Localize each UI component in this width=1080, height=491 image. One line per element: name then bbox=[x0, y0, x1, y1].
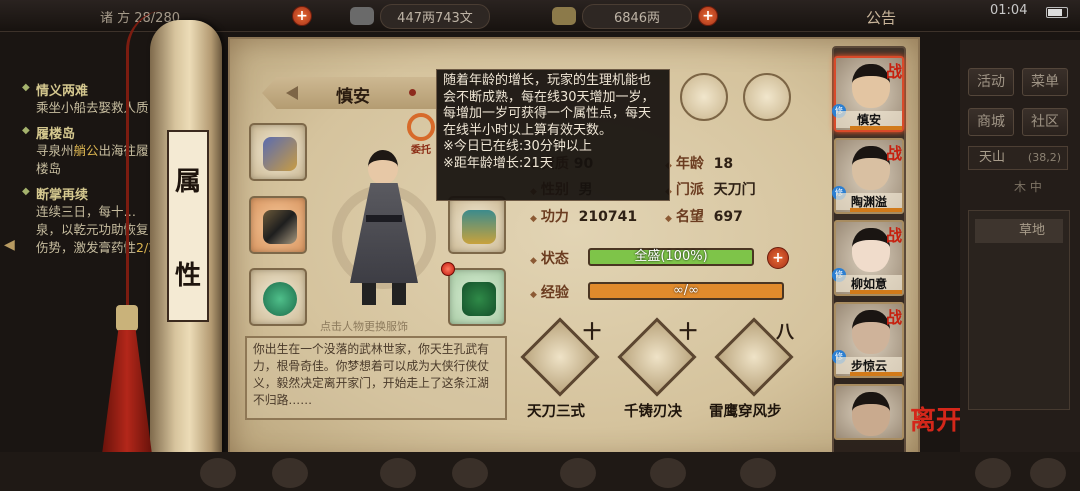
battle-tag: 战 bbox=[885, 308, 902, 327]
bottom-menu-item[interactable] bbox=[975, 458, 1011, 488]
tooltip-line: ※距年龄增长:21天 bbox=[443, 155, 553, 171]
bottom-menu-item[interactable] bbox=[380, 458, 416, 488]
character-name: 慎安 bbox=[336, 87, 370, 107]
skill-name: 雷鹰穿风步 bbox=[709, 404, 782, 420]
community-button[interactable]: 社区 bbox=[1022, 108, 1068, 136]
bottom-menu-item[interactable] bbox=[1030, 458, 1066, 488]
notice-button[interactable]: 公告 bbox=[866, 7, 896, 28]
jade-ring-icon bbox=[263, 282, 297, 316]
notification-dot bbox=[441, 262, 455, 276]
rename-dot-icon bbox=[409, 89, 416, 96]
stat-fame: ◆ 名望 697 bbox=[665, 209, 743, 225]
coins-display: 447两743文 bbox=[350, 3, 490, 29]
party-member-card[interactable]: 战 修 步惊云 bbox=[832, 302, 904, 378]
battle-tag: 战 bbox=[885, 226, 902, 245]
bottom-bar bbox=[0, 452, 1080, 491]
change-outfit-hint: 点击人物更换服饰 bbox=[320, 320, 408, 333]
stat-age: ◆年龄 18 bbox=[665, 156, 734, 172]
bottom-menu-item[interactable] bbox=[272, 458, 308, 488]
character-portrait[interactable] bbox=[330, 145, 440, 310]
silver-display: 6846两 + bbox=[552, 3, 718, 29]
stat-sect: ◆门派 天刀门 bbox=[665, 182, 756, 198]
skill-book-3[interactable] bbox=[714, 317, 794, 397]
stat-exp-label: ◆ 经验 bbox=[530, 285, 569, 301]
tooltip-line: ※今日已在线:30分钟以上 bbox=[443, 139, 592, 154]
skill-name: 千铸刃决 bbox=[624, 404, 682, 420]
charm-icon bbox=[462, 282, 496, 316]
party-member-card[interactable] bbox=[834, 384, 904, 440]
roll-char: 属 bbox=[174, 166, 201, 197]
menu-button[interactable]: 菜单 bbox=[1022, 68, 1068, 96]
commission-icon bbox=[407, 113, 435, 141]
battle-tag: 战 bbox=[885, 144, 902, 163]
party-member-card[interactable]: 战 修 陶渊溢 bbox=[832, 138, 904, 214]
coin-icon bbox=[350, 7, 374, 25]
stat-power: ◆ 功力 210741 bbox=[530, 209, 638, 225]
silver-icon bbox=[552, 7, 576, 25]
terrain-panel: 草地 bbox=[968, 210, 1070, 410]
skill-book-2[interactable] bbox=[617, 317, 697, 397]
attributes-tab-label: 属 性 bbox=[167, 130, 209, 322]
tooltip-text: 随着年龄的增长，玩家的生理机能也会不断成熟，每在线30天增加一岁，每增加一岁可获… bbox=[443, 73, 655, 138]
bottom-menu-item[interactable] bbox=[452, 458, 488, 488]
bottom-menu-item[interactable] bbox=[200, 458, 236, 488]
equip-slot-weapon[interactable] bbox=[249, 196, 307, 254]
yin-yang-icon[interactable] bbox=[680, 73, 728, 121]
character-bio: 你出生在一个没落的武林世家，你天生孔武有力，根骨奇佳。你梦想着可以成为大侠行侠仗… bbox=[245, 336, 507, 420]
bottom-menu-item[interactable] bbox=[650, 458, 686, 488]
armor-icon bbox=[462, 210, 496, 244]
collapse-arrow-icon[interactable]: ◀ bbox=[4, 237, 15, 253]
gauntlet-icon bbox=[263, 137, 297, 171]
shop-button[interactable]: 商城 bbox=[968, 108, 1014, 136]
terrain-label: 草地 bbox=[975, 219, 1063, 243]
character-name-tab[interactable]: 慎安 bbox=[262, 77, 444, 109]
tassel-knot bbox=[116, 305, 138, 331]
location-bar: 天山 (38,2) bbox=[968, 146, 1068, 170]
add-capacity-button[interactable]: + bbox=[292, 6, 312, 26]
roll-char: 性 bbox=[174, 260, 201, 291]
battery-icon bbox=[1046, 7, 1068, 18]
equip-slot-charm[interactable] bbox=[448, 268, 506, 326]
equip-slot-armor[interactable] bbox=[448, 196, 506, 254]
activity-button[interactable]: 活动 bbox=[968, 68, 1014, 96]
skill-book-1[interactable] bbox=[520, 317, 600, 397]
location-coords: (38,2) bbox=[1027, 151, 1061, 164]
skill-name: 天刀三式 bbox=[527, 404, 585, 420]
silver-value: 6846两 bbox=[582, 3, 692, 29]
equip-slot-ring[interactable] bbox=[249, 268, 307, 326]
bottom-menu-item[interactable] bbox=[740, 458, 776, 488]
heal-button[interactable]: + bbox=[767, 247, 789, 269]
sub-location: 木 中 bbox=[1014, 180, 1042, 194]
equip-slot-accessory[interactable] bbox=[249, 123, 307, 181]
party-member-card[interactable]: 战 修 慎安 bbox=[832, 56, 904, 132]
coins-value: 447两743文 bbox=[380, 3, 490, 29]
stat-status-label: ◆ 状态 bbox=[530, 251, 569, 267]
status-bar: 全盛(100%) bbox=[588, 248, 754, 266]
exp-bar: ∞/∞ bbox=[588, 282, 784, 300]
add-silver-button[interactable]: + bbox=[698, 6, 718, 26]
battle-tag: 战 bbox=[885, 62, 902, 81]
leave-button[interactable]: 离开 bbox=[910, 408, 962, 434]
sword-icon bbox=[263, 210, 297, 244]
bottom-menu-item[interactable] bbox=[560, 458, 596, 488]
clock: 01:04 bbox=[990, 3, 1028, 18]
meridian-icon[interactable] bbox=[743, 73, 791, 121]
age-tooltip: 随着年龄的增长，玩家的生理机能也会不断成熟，每在线30天增加一岁，每增加一岁可获… bbox=[436, 69, 670, 201]
location-name: 天山 bbox=[979, 150, 1006, 165]
party-member-card[interactable]: 战 修 柳如意 bbox=[832, 220, 904, 296]
